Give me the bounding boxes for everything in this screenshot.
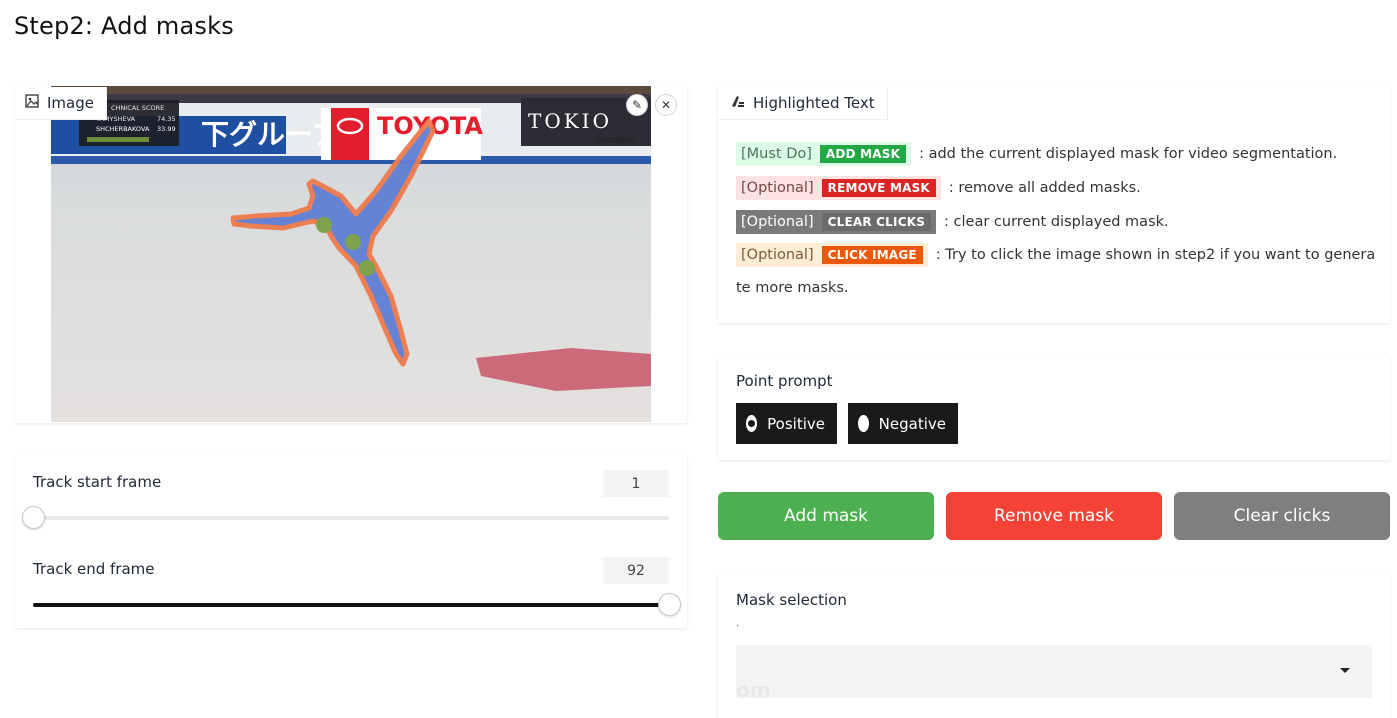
track-end-slider[interactable] xyxy=(33,593,681,616)
instruction-line-clear-clicks: [Optional] CLEAR CLICKS : clear current … xyxy=(736,210,1169,234)
mask-selection-marker: . xyxy=(736,618,740,629)
instruction-continuation: te more masks. xyxy=(736,280,849,296)
segmentation-image[interactable]: 下グループ TOYOTA TOKIO INKARAMI CHNICAL SCOR… xyxy=(51,86,651,422)
instruction-tag-text: [Optional] xyxy=(741,214,814,230)
radio-selected-icon xyxy=(746,415,758,432)
instruction-badge: CLICK IMAGE xyxy=(821,246,923,264)
ghost-text: om xyxy=(736,678,771,702)
instruction-tag: [Optional] REMOVE MASK xyxy=(736,176,941,200)
track-start-value[interactable]: 1 xyxy=(603,470,669,497)
instruction-text: : Try to click the image shown in step2 … xyxy=(935,247,1376,263)
track-frames-panel: Track start frame 1 Track end frame 92 xyxy=(15,455,687,628)
page-title: Step2: Add masks xyxy=(14,12,234,40)
scoreboard-name-2: SHCHERBAKOVA xyxy=(96,125,150,133)
track-end-fill xyxy=(33,603,669,607)
highlighted-text-label-text: Highlighted Text xyxy=(753,94,875,112)
instruction-tag-text: [Optional] xyxy=(741,180,814,196)
mask-selection-dropdown[interactable] xyxy=(736,645,1372,698)
edit-icon[interactable]: ✎ xyxy=(626,94,648,116)
instruction-line-click-image: [Optional] CLICK IMAGE : Try to click th… xyxy=(736,243,1375,267)
image-label-text: Image xyxy=(47,94,94,112)
track-end-thumb[interactable] xyxy=(658,593,681,616)
radio-unselected-icon xyxy=(858,415,869,432)
image-label: Image xyxy=(15,87,107,120)
track-end-label: Track end frame xyxy=(33,560,155,578)
clear-clicks-button[interactable]: Clear clicks xyxy=(1174,492,1390,540)
instruction-tag: [Must Do] ADD MASK xyxy=(736,142,912,166)
radio-positive[interactable]: Positive xyxy=(736,403,837,444)
add-mask-button[interactable]: Add mask xyxy=(718,492,934,540)
track-start-slider[interactable] xyxy=(22,506,669,529)
chevron-down-icon[interactable] xyxy=(1340,668,1350,673)
banner-text-group: 下グループ xyxy=(201,118,340,151)
mask-selection-title: Mask selection xyxy=(736,591,847,609)
instruction-tag-text: [Must Do] xyxy=(741,146,812,162)
remove-mask-button[interactable]: Remove mask xyxy=(946,492,1162,540)
instruction-tag: [Optional] CLICK IMAGE xyxy=(736,243,928,267)
track-end-value[interactable]: 92 xyxy=(603,557,669,584)
scoreboard-score-1: 74.35 xyxy=(157,115,176,123)
instruction-badge: ADD MASK xyxy=(819,145,907,163)
instruction-text: : clear current displayed mask. xyxy=(944,214,1169,230)
track-start-label: Track start frame xyxy=(33,473,162,491)
banner-text-tokio: TOKIO xyxy=(528,109,612,133)
instruction-line-add-mask: [Must Do] ADD MASK : add the current dis… xyxy=(736,142,1337,166)
point-prompt-title: Point prompt xyxy=(736,372,833,390)
radio-negative[interactable]: Negative xyxy=(848,403,958,444)
instruction-tag: [Optional] CLEAR CLICKS xyxy=(736,210,937,234)
instruction-badge: REMOVE MASK xyxy=(821,179,936,197)
instruction-text: : add the current displayed mask for vid… xyxy=(919,146,1338,162)
radio-negative-label: Negative xyxy=(878,414,946,433)
instruction-text: : remove all added masks. xyxy=(948,180,1141,196)
instruction-tag-text: [Optional] xyxy=(741,247,814,263)
banner-text-inkarami: INKARAMI xyxy=(596,136,635,145)
track-start-thumb[interactable] xyxy=(22,506,45,529)
highlighted-text-label: Highlighted Text xyxy=(718,87,888,120)
close-icon[interactable]: ✕ xyxy=(655,94,677,116)
instruction-line-remove-mask: [Optional] REMOVE MASK : remove all adde… xyxy=(736,176,1141,200)
image-icon xyxy=(25,94,39,112)
scoreboard-score-2: 33.99 xyxy=(157,125,176,133)
radio-positive-label: Positive xyxy=(767,414,825,433)
scoreboard-header: CHNICAL SCORE xyxy=(111,104,164,112)
instruction-badge: CLEAR CLICKS xyxy=(821,213,932,231)
highlight-icon xyxy=(730,94,745,112)
